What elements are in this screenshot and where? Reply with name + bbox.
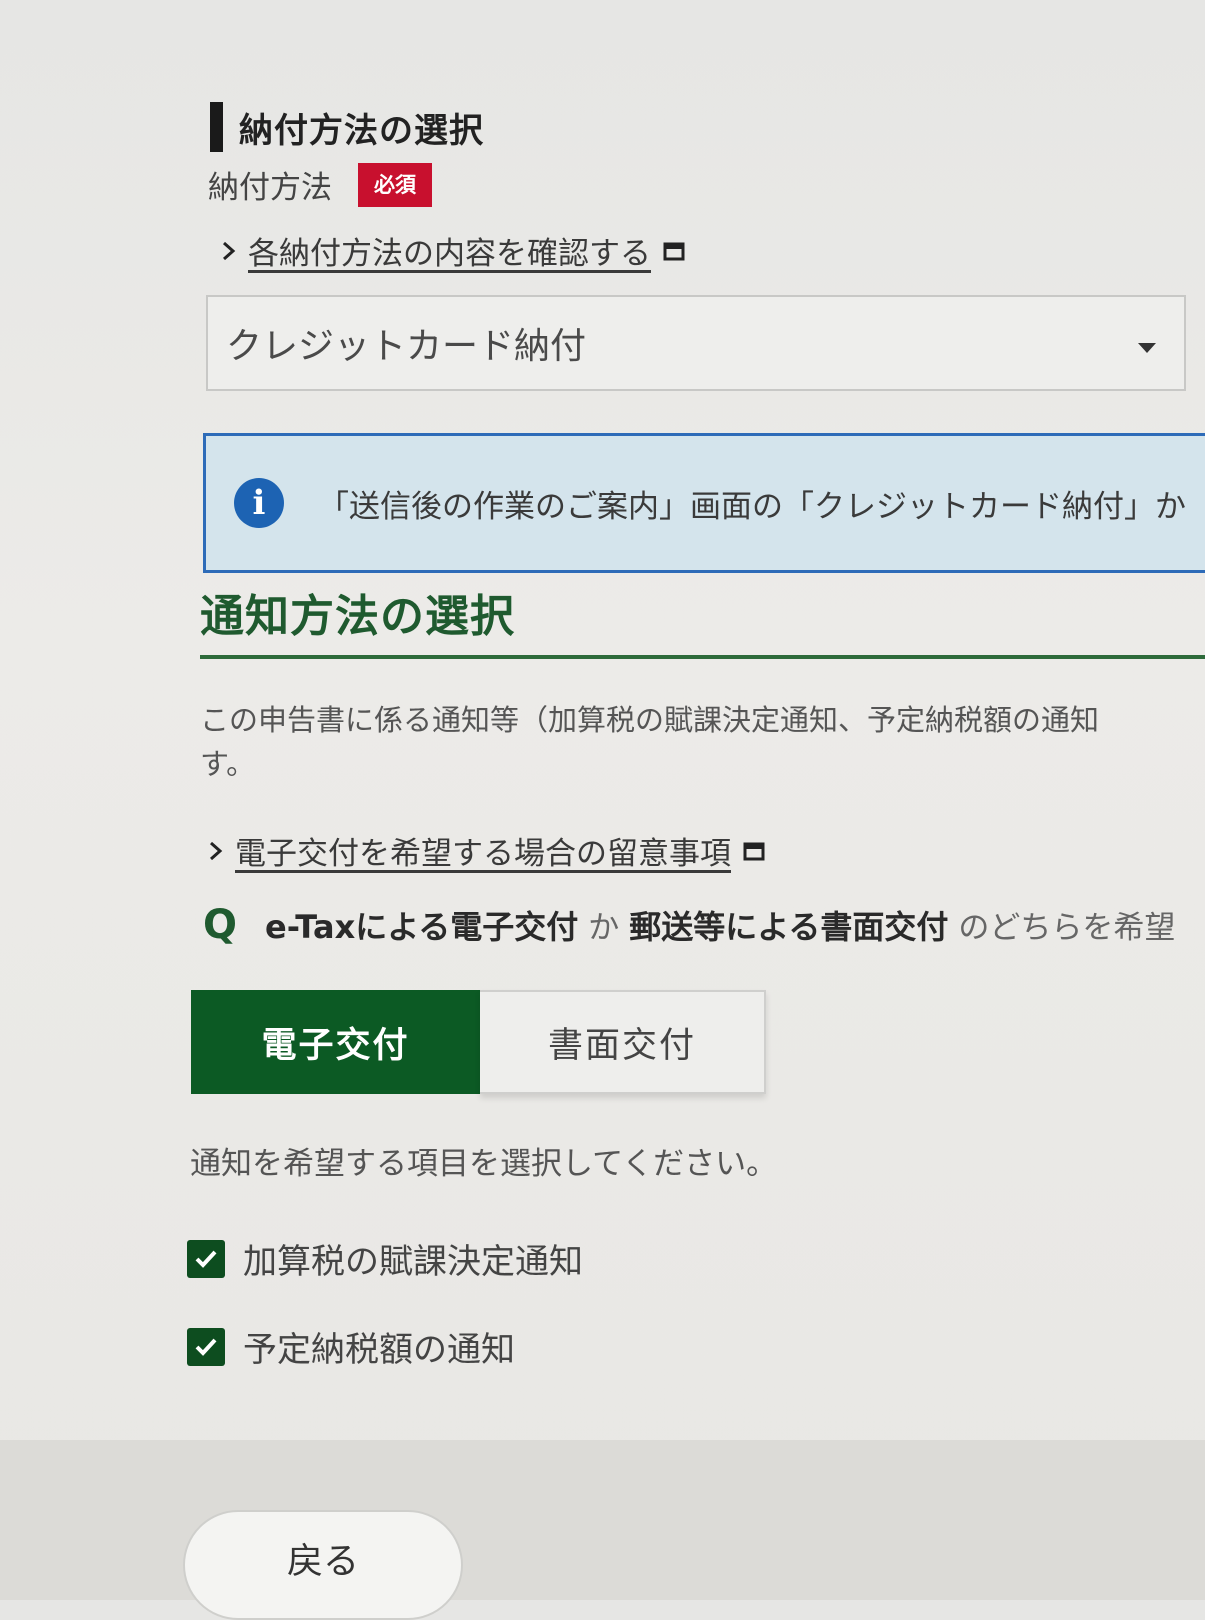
chevron-right-icon bbox=[210, 841, 223, 860]
delivery-question: Q e-Taxによる電子交付 か 郵送等による書面交付 のどちらを希望 bbox=[203, 902, 1175, 948]
payment-heading-text: 納付方法の選択 bbox=[239, 110, 484, 151]
payment-section-heading: 納付方法の選択 bbox=[210, 102, 484, 152]
checkbox-label: 予定納税額の通知 bbox=[243, 1330, 515, 1370]
tax-return-page: 納付方法の選択 納付方法 必須 各納付方法の内容を確認する クレジットカード納付… bbox=[0, 0, 1205, 1620]
electronic-delivery-button[interactable]: 電子交付 bbox=[191, 990, 480, 1094]
required-badge: 必須 bbox=[358, 162, 432, 207]
info-icon: i bbox=[234, 478, 284, 528]
paper-delivery-button[interactable]: 書面交付 bbox=[480, 990, 766, 1094]
notification-heading: 通知方法の選択 bbox=[200, 591, 515, 642]
checkmark-icon bbox=[195, 1338, 217, 1356]
info-text: 「送信後の作業のご案内」画面の「クレジットカード納付」か bbox=[318, 488, 1186, 525]
notes-link-text[interactable]: 電子交付を希望する場合の留意事項 bbox=[235, 828, 731, 873]
new-window-icon bbox=[743, 842, 765, 860]
heading-bar bbox=[210, 102, 223, 152]
chevron-right-icon bbox=[223, 241, 236, 260]
delivery-toggle: 電子交付 書面交付 bbox=[191, 990, 766, 1094]
question-paper: 郵送等による書面交付 bbox=[629, 908, 949, 946]
payment-method-select-value: クレジットカード納付 bbox=[226, 326, 587, 367]
notification-instruction: 通知を希望する項目を選択してください。 bbox=[190, 1146, 778, 1182]
notification-description-line1: この申告書に係る通知等（加算税の賦課決定通知、予定納税額の通知 bbox=[200, 703, 1100, 737]
new-window-icon bbox=[663, 242, 685, 260]
payment-field-label-row: 納付方法 必須 bbox=[208, 162, 432, 207]
question-electronic: e-Taxによる電子交付 bbox=[265, 908, 579, 946]
payment-method-label: 納付方法 bbox=[208, 170, 332, 206]
checkbox-penalty-notice[interactable]: 加算税の賦課決定通知 bbox=[187, 1234, 583, 1283]
payment-info-box: i 「送信後の作業のご案内」画面の「クレジットカード納付」か bbox=[203, 433, 1205, 573]
notification-description-line2: す。 bbox=[200, 747, 256, 781]
checkbox-label: 加算税の賦課決定通知 bbox=[243, 1242, 583, 1282]
dropdown-caret-icon bbox=[1138, 343, 1156, 353]
question-tail: のどちらを希望 bbox=[958, 910, 1176, 946]
checkbox-checked[interactable] bbox=[187, 1239, 225, 1278]
payment-details-link[interactable]: 各納付方法の内容を確認する bbox=[218, 228, 685, 273]
checkbox-estimated-tax-notice[interactable]: 予定納税額の通知 bbox=[187, 1322, 515, 1371]
checkbox-checked[interactable] bbox=[187, 1327, 225, 1366]
back-button[interactable]: 戻る bbox=[183, 1510, 463, 1620]
checkmark-icon bbox=[195, 1250, 217, 1268]
payment-method-select[interactable]: クレジットカード納付 bbox=[206, 295, 1186, 391]
question-or: か bbox=[588, 910, 620, 946]
question-mark: Q bbox=[203, 902, 238, 948]
notification-heading-rule bbox=[200, 655, 1205, 659]
payment-details-link-text[interactable]: 各納付方法の内容を確認する bbox=[248, 228, 651, 273]
footer-band bbox=[0, 1440, 1205, 1600]
notes-link[interactable]: 電子交付を希望する場合の留意事項 bbox=[205, 828, 765, 873]
notification-description: この申告書に係る通知等（加算税の賦課決定通知、予定納税額の通知 す。 bbox=[200, 698, 1205, 786]
